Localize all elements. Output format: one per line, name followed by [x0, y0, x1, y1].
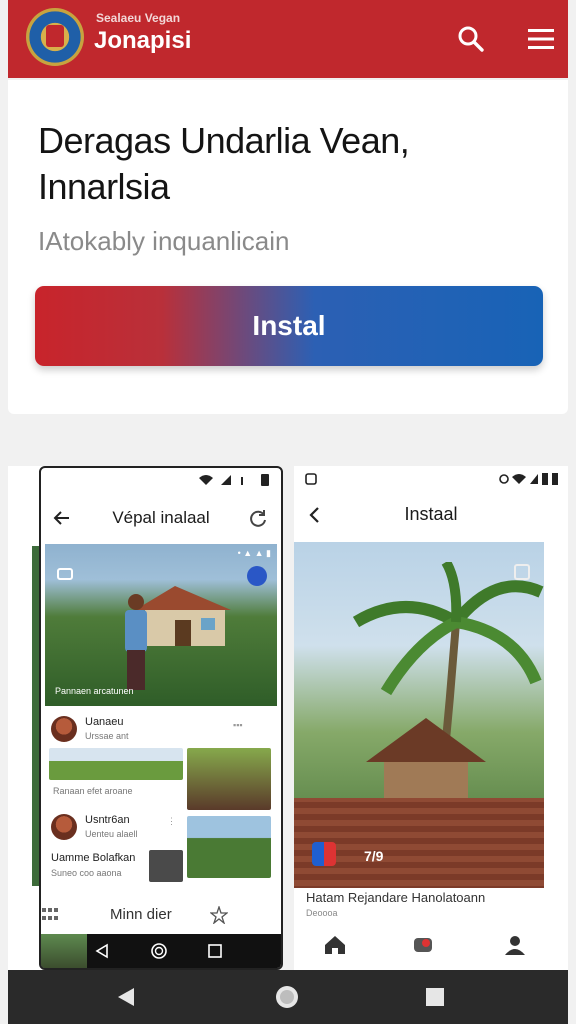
- bookmark-icon[interactable]: [514, 564, 530, 580]
- feed-thumbnail[interactable]: [187, 748, 271, 810]
- feed-caption: Ranaan efet aroane: [53, 786, 133, 796]
- recent-app-thumbnail: [41, 934, 87, 968]
- feed-meta: Uenteu alaell: [85, 829, 138, 839]
- feed-meta: Urssae ant: [85, 731, 129, 741]
- app-logo: [26, 8, 84, 66]
- photo-caption: Hatam Rejandare Hanolatoann: [306, 890, 486, 905]
- profile-icon[interactable]: [502, 932, 528, 958]
- back-triangle-icon[interactable]: [93, 941, 113, 961]
- status-icons: [199, 474, 269, 486]
- featured-image[interactable]: • ▲ ▲ ▮ Pannaen arcatunen: [45, 544, 277, 706]
- screenshot-phone-mockup[interactable]: Vépal inalaal • ▲ ▲ ▮ Pannaen arcatunen: [39, 466, 283, 970]
- home-icon[interactable]: [322, 932, 348, 958]
- status-bar: [41, 468, 281, 492]
- location-pin-icon[interactable]: [412, 932, 438, 958]
- feed-username: Usntr6an: [85, 814, 130, 826]
- recents-square-icon[interactable]: [205, 941, 225, 961]
- app-header: Sealaeu Vegan Jonapisi: [8, 0, 568, 78]
- screen-topbar: Vépal inalaal: [41, 498, 281, 538]
- app-title: Jonapisi: [94, 27, 192, 54]
- photo-counter: 7/9: [364, 848, 384, 864]
- recents-square-icon[interactable]: [422, 984, 448, 1010]
- camera-icon: [57, 568, 73, 580]
- verified-badge-icon: [247, 566, 267, 586]
- feed-username: Uanaeu: [85, 716, 124, 728]
- hamburger-menu-icon[interactable]: [522, 20, 560, 58]
- feed-name-meta: Suneo coo aaona: [51, 868, 122, 878]
- screen-title: Instaal: [404, 504, 458, 524]
- pin-icon: ⋮: [167, 816, 176, 826]
- feed-thumbnail[interactable]: [49, 748, 183, 780]
- feed-name-line: Uamme Bolafkan: [51, 852, 136, 864]
- grid-icon[interactable]: [42, 908, 58, 922]
- flag-badge-icon: [312, 842, 336, 866]
- refresh-icon[interactable]: [247, 507, 269, 529]
- village-photo[interactable]: 7/9: [294, 542, 544, 888]
- app-tagline: IAtokably inquanlicain: [38, 226, 290, 256]
- tab-label[interactable]: Minn dier: [110, 906, 172, 923]
- home-circle-icon[interactable]: [274, 984, 300, 1010]
- app-subtitle: Sealaeu Vegan: [96, 11, 181, 25]
- search-icon[interactable]: [452, 20, 490, 58]
- phone-tabbar: Minn dier: [38, 902, 238, 930]
- star-icon[interactable]: [210, 906, 228, 924]
- avatar: [51, 814, 77, 840]
- more-options-icon[interactable]: ▪▪▪: [233, 720, 243, 730]
- photo-caption-sub: Deoooa: [306, 908, 338, 918]
- feed-thumbnail[interactable]: [149, 850, 183, 882]
- phone-nav-bar: [41, 934, 281, 968]
- install-button[interactable]: Instal: [35, 286, 543, 366]
- screenshot-carousel[interactable]: Vépal inalaal • ▲ ▲ ▮ Pannaen arcatunen: [8, 466, 568, 970]
- feed-list: Uanaeu Urssae ant ▪▪▪ Ranaan efet aroane…: [45, 708, 277, 930]
- avatar: [51, 716, 77, 742]
- feed-thumbnail[interactable]: [187, 816, 271, 878]
- screenshot-detail[interactable]: Instaal 7/9 Hatam Rejandare Hanolatoann …: [294, 466, 568, 970]
- status-bar: [305, 473, 558, 485]
- app-info-card: Deragas Undarlia Vean, Innarlsia IAtokab…: [8, 80, 568, 414]
- back-triangle-icon[interactable]: [114, 984, 140, 1010]
- image-caption: Pannaen arcatunen: [55, 686, 134, 696]
- screen-title: Vépal inalaal: [112, 508, 210, 527]
- system-navigation-bar: [8, 970, 568, 1024]
- image-badges: • ▲ ▲ ▮: [237, 548, 271, 558]
- bottom-tab-bar: [294, 928, 568, 962]
- app-name-heading: Deragas Undarlia Vean, Innarlsia: [38, 120, 410, 207]
- home-circle-icon[interactable]: [149, 941, 169, 961]
- app-store-page: Sealaeu Vegan Jonapisi Deragas Undarlia …: [0, 0, 576, 1024]
- hut-illustration: [366, 718, 486, 802]
- list-item[interactable]: Uanaeu Urssae ant ▪▪▪: [45, 714, 277, 748]
